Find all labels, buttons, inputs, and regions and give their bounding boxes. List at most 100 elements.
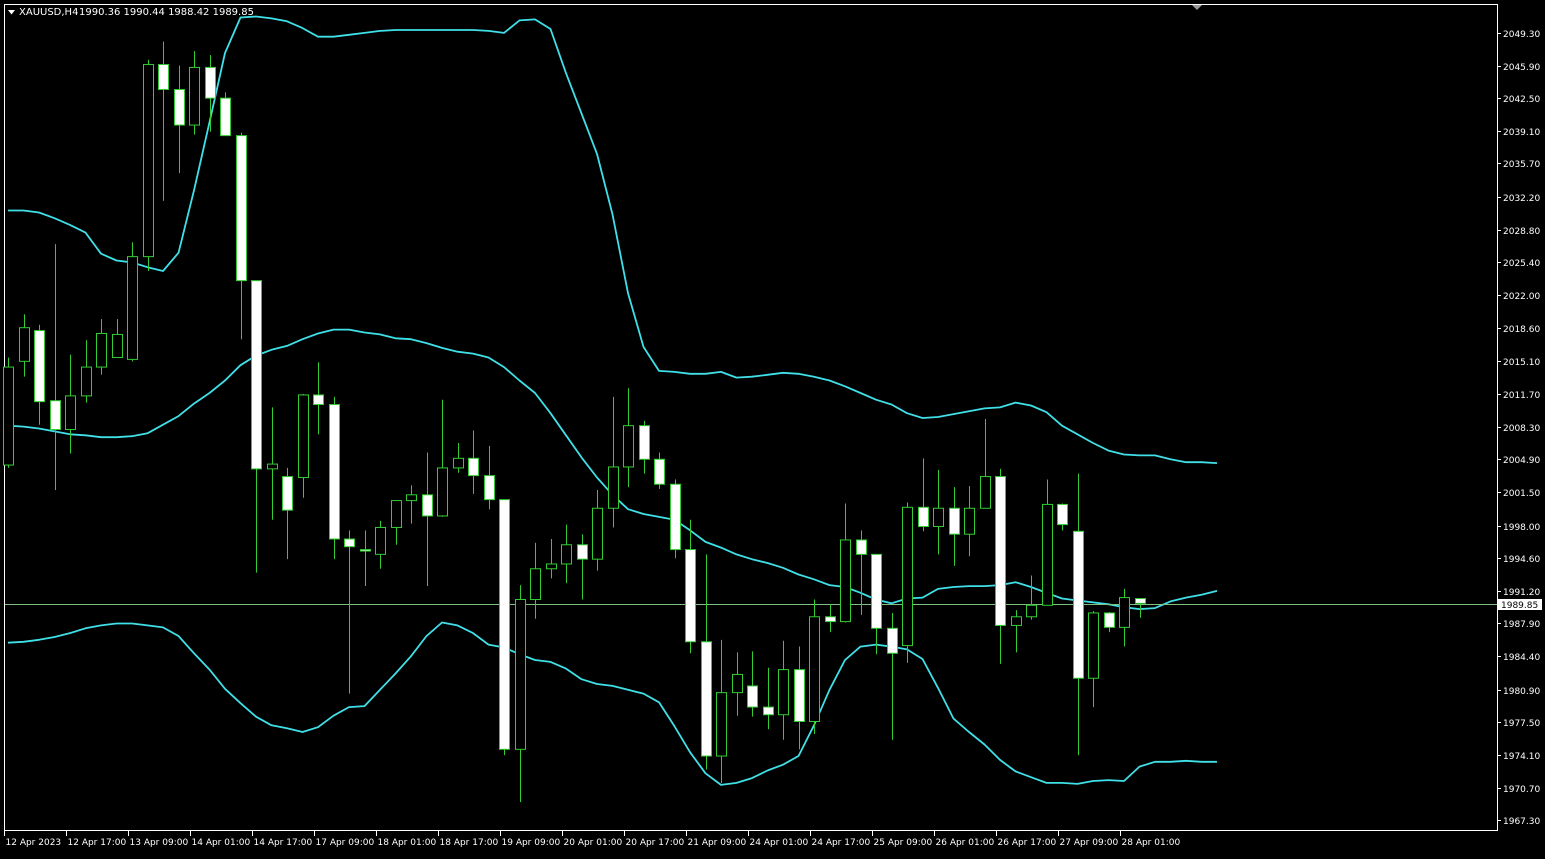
candle-body-bull bbox=[902, 506, 913, 647]
price-chart[interactable]: 2049.30 2045.90 2042.50 2039.10 2035.70 2032.… bbox=[0, 0, 1545, 855]
price-tick-label: 1980.90 bbox=[1503, 687, 1540, 697]
price-tick-label: 1987.90 bbox=[1503, 620, 1540, 630]
candle-body-bear bbox=[701, 641, 712, 757]
candle-body-bull bbox=[143, 64, 154, 258]
chart-header: XAUUSD,H4 1990.36 1990.44 1988.42 1989.8… bbox=[8, 7, 254, 18]
price-tick-label: 2035.70 bbox=[1503, 160, 1540, 170]
candle-body-bear bbox=[236, 135, 247, 282]
candle-body-bull bbox=[732, 673, 743, 694]
candle-body-bull bbox=[189, 66, 200, 126]
time-tick-label: 24 Apr 17:00 bbox=[812, 838, 871, 848]
candle-body-bull bbox=[406, 494, 417, 502]
price-tick-label: 1994.60 bbox=[1503, 555, 1540, 565]
price-tick-label: 1991.20 bbox=[1503, 588, 1540, 598]
time-tick-label: 19 Apr 09:00 bbox=[502, 838, 561, 848]
chart-canvas[interactable]: 2049.30 2045.90 2042.50 2039.10 2035.70 2032.… bbox=[0, 0, 1545, 855]
time-tick-label: 25 Apr 09:00 bbox=[874, 838, 933, 848]
time-tick-label: 21 Apr 09:00 bbox=[688, 838, 747, 848]
candle-body-bull bbox=[65, 395, 76, 431]
price-tick-label: 2045.90 bbox=[1503, 63, 1540, 73]
price-tick-label: 1967.30 bbox=[1503, 817, 1540, 827]
candle-body-bear bbox=[422, 494, 433, 517]
candle-body-bull bbox=[375, 526, 386, 555]
chart-background bbox=[0, 0, 1545, 855]
candle bbox=[809, 599, 820, 734]
candle-body-bear bbox=[220, 97, 231, 137]
candle-body-bear bbox=[158, 64, 169, 91]
candle-body-bull bbox=[1026, 604, 1037, 618]
price-tick-label: 2022.00 bbox=[1503, 292, 1540, 302]
candle-body-bull bbox=[298, 394, 309, 479]
candle bbox=[499, 499, 510, 756]
price-tick-label: 2028.80 bbox=[1503, 227, 1540, 237]
candle-body-bear bbox=[484, 475, 495, 501]
price-tick-label: 2011.70 bbox=[1503, 391, 1540, 401]
time-tick-label: 26 Apr 01:00 bbox=[936, 838, 995, 848]
time-tick-label: 12 Apr 17:00 bbox=[68, 838, 127, 848]
price-tick-label: 1977.50 bbox=[1503, 719, 1540, 729]
price-tick-label: 2049.30 bbox=[1503, 30, 1540, 40]
candle-body-bear bbox=[1135, 598, 1146, 604]
price-tick-label: 2032.20 bbox=[1503, 194, 1540, 204]
price-tick-label: 2018.60 bbox=[1503, 325, 1540, 335]
candle-body-bull bbox=[453, 457, 464, 469]
price-tick-label: 2025.40 bbox=[1503, 259, 1540, 269]
candle bbox=[329, 396, 340, 560]
candle-body-bear bbox=[174, 89, 185, 126]
candle-body-bull bbox=[1088, 612, 1099, 679]
candle-body-bull bbox=[778, 669, 789, 716]
candle-body-bull bbox=[608, 466, 619, 509]
candle-body-bear bbox=[499, 499, 510, 750]
time-tick-label: 18 Apr 01:00 bbox=[378, 838, 437, 848]
candle-body-bear bbox=[205, 66, 216, 99]
candle-body-bull bbox=[530, 568, 541, 600]
candle-body-bull bbox=[1119, 597, 1130, 628]
candle-body-bear bbox=[949, 507, 960, 535]
candle-body-bull bbox=[840, 539, 851, 623]
candle-body-bull bbox=[809, 616, 820, 722]
candle-body-bull bbox=[592, 507, 603, 560]
candle-body-bear bbox=[918, 506, 929, 528]
candle-body-bear bbox=[577, 544, 588, 560]
candle-body-bear bbox=[763, 706, 774, 716]
candle-body-bull bbox=[267, 463, 278, 470]
candle-body-bear bbox=[329, 404, 340, 540]
current-price-label: 1989.85 bbox=[1501, 601, 1538, 611]
price-tick-label: 1984.40 bbox=[1503, 653, 1540, 663]
candle-body-bull bbox=[623, 425, 634, 468]
candle-body-bear bbox=[685, 549, 696, 643]
price-tick-label: 2004.90 bbox=[1503, 456, 1540, 466]
candle-body-bull bbox=[3, 366, 14, 466]
candle-body-bear bbox=[344, 538, 355, 548]
time-tick-label: 13 Apr 09:00 bbox=[130, 838, 189, 848]
candle-body-bull bbox=[933, 507, 944, 528]
ohlc-values: 1990.36 1990.44 1988.42 1989.85 bbox=[79, 7, 254, 18]
candle-body-bear bbox=[639, 425, 650, 460]
price-tick-label: 1970.70 bbox=[1503, 785, 1540, 795]
candle-body-bear bbox=[50, 400, 61, 431]
time-tick-label: 20 Apr 01:00 bbox=[564, 838, 623, 848]
price-tick-label: 2008.30 bbox=[1503, 424, 1540, 434]
time-tick-label: 14 Apr 01:00 bbox=[192, 838, 251, 848]
candle-body-bear bbox=[856, 539, 867, 555]
time-tick-label: 14 Apr 17:00 bbox=[254, 838, 313, 848]
time-tick-label: 26 Apr 17:00 bbox=[998, 838, 1057, 848]
candle bbox=[670, 479, 681, 559]
price-tick-label: 1974.10 bbox=[1503, 752, 1540, 762]
candle-body-bull bbox=[1042, 503, 1053, 606]
price-tick-label: 2042.50 bbox=[1503, 95, 1540, 105]
time-tick-label: 17 Apr 09:00 bbox=[316, 838, 375, 848]
price-tick-label: 2039.10 bbox=[1503, 128, 1540, 138]
candle-body-bull bbox=[716, 692, 727, 757]
candle-body-bull bbox=[546, 563, 557, 570]
candle-body-bear bbox=[794, 669, 805, 722]
time-tick-label: 28 Apr 01:00 bbox=[1122, 838, 1181, 848]
candle-body-bull bbox=[19, 327, 30, 362]
candle-body-bear bbox=[468, 457, 479, 477]
candle-body-bull bbox=[127, 256, 138, 360]
price-tick-label: 1998.00 bbox=[1503, 523, 1540, 533]
candle-body-bull bbox=[391, 500, 402, 528]
candle-body-bear bbox=[251, 280, 262, 470]
time-tick-label: 24 Apr 01:00 bbox=[750, 838, 809, 848]
candle-body-bear bbox=[1057, 503, 1068, 526]
